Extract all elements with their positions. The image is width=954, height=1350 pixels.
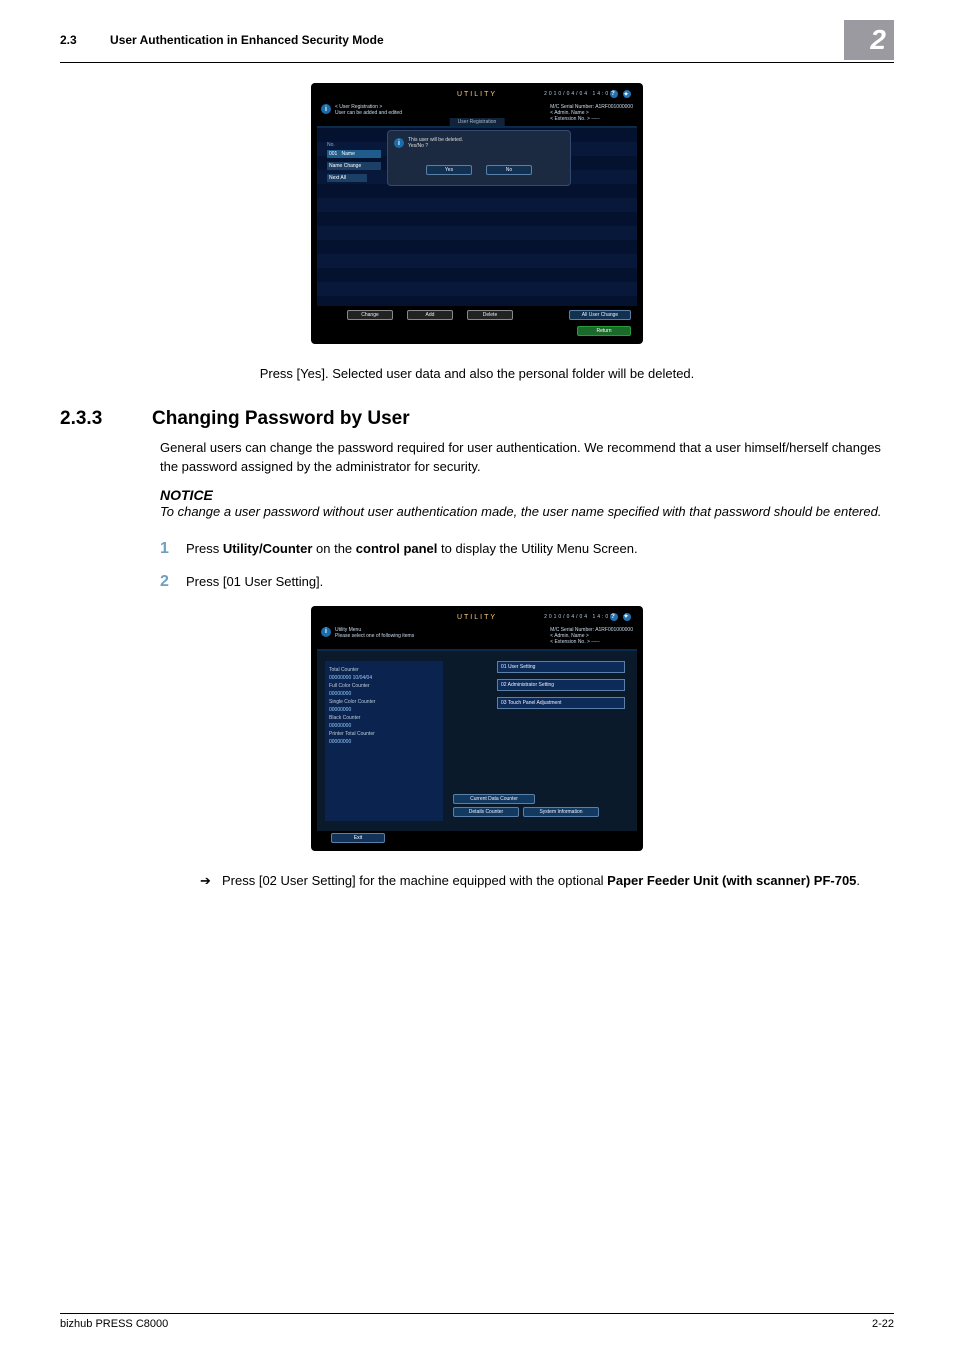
info-icon: i	[321, 104, 331, 114]
exit-button[interactable]: Exit	[331, 833, 385, 843]
total-counter-value: 00000000 10/04/04	[329, 675, 439, 681]
section-tab: User Registration	[450, 118, 505, 126]
info-icon: i	[321, 627, 331, 637]
context-desc: User can be added and edited	[335, 110, 402, 116]
touch-panel-adjustment-button[interactable]: 03 Touch Panel Adjustment	[497, 697, 625, 709]
footer-model: bizhub PRESS C8000	[60, 1318, 168, 1330]
yes-button[interactable]: Yes	[426, 165, 472, 175]
name-change-tag[interactable]: Name Change	[327, 162, 381, 170]
dialog-text: This user will be deleted. Yes/No ?	[408, 137, 463, 149]
all-user-change-button[interactable]: All User Change	[569, 310, 631, 320]
serial-label: M/C Serial Number:	[550, 627, 594, 633]
dialog-message-row: i This user will be deleted. Yes/No ?	[394, 137, 564, 149]
notice-heading: NOTICE	[160, 487, 894, 503]
page-header: 2.3 User Authentication in Enhanced Secu…	[60, 20, 894, 63]
page-footer: bizhub PRESS C8000 2-22	[60, 1313, 894, 1330]
no-button[interactable]: No	[486, 165, 532, 175]
return-button[interactable]: Return	[577, 326, 631, 336]
col-no: No.	[327, 142, 387, 148]
header-section: 2.3 User Authentication in Enhanced Secu…	[60, 33, 384, 47]
serial-value: A1RF001000000	[595, 627, 633, 633]
left-column: No. 001 Name Name Change Next All	[327, 142, 387, 186]
ext-label: < Extension No. > -----	[550, 116, 633, 122]
printer-total-value: 00000000	[329, 739, 439, 745]
add-button[interactable]: Add	[407, 310, 453, 320]
full-color-label: Full Color Counter	[329, 683, 439, 689]
subsection-heading: 2.3.3Changing Password by User	[60, 408, 894, 430]
screenshot-user-registration: UTILITY 2010/04/04 14:00 ? ✦ i < User Re…	[311, 83, 643, 344]
help-icon[interactable]: ?	[610, 613, 618, 621]
key-icon[interactable]: ✦	[623, 613, 631, 621]
details-counter-button[interactable]: Details Counter	[453, 807, 519, 817]
body-area: Total Counter 00000000 10/04/04 Full Col…	[317, 651, 637, 831]
step-2: Press [01 User Setting].	[160, 572, 894, 592]
subsection-number: 2.3.3	[60, 408, 152, 430]
screenshot-titlebar: UTILITY 2010/04/04 14:00 ? ✦	[317, 89, 637, 100]
info-icon: i	[394, 138, 404, 148]
chapter-badge: 2	[844, 20, 894, 60]
change-button[interactable]: Change	[347, 310, 393, 320]
ext-label: < Extension No. > -----	[550, 639, 633, 645]
system-information-button[interactable]: System Information	[523, 807, 599, 817]
steps-list: Press Utility/Counter on the control pan…	[160, 539, 894, 592]
datetime: 2010/04/04 14:00	[544, 614, 615, 620]
screenshot-titlebar: UTILITY 2010/04/04 14:00 ? ✦	[317, 612, 637, 623]
subsection-title: Changing Password by User	[152, 408, 410, 429]
serial-value: A1RF001000000	[595, 104, 633, 110]
utility-title: UTILITY	[457, 91, 497, 98]
utility-title: UTILITY	[457, 614, 497, 621]
step-1: Press Utility/Counter on the control pan…	[160, 539, 894, 559]
single-color-label: Single Color Counter	[329, 699, 439, 705]
key-icon[interactable]: ✦	[623, 90, 631, 98]
printer-total-label: Printer Total Counter	[329, 731, 439, 737]
single-color-value: 00000000	[329, 707, 439, 713]
section-number: 2.3	[60, 33, 77, 47]
administrator-setting-button[interactable]: 02 Administrator Setting	[497, 679, 625, 691]
bottom-bar: Change Add Delete All User Change	[317, 306, 637, 324]
section-title: User Authentication in Enhanced Security…	[110, 33, 384, 47]
next-all-tag[interactable]: Next All	[327, 174, 367, 182]
body-area: User Registration No. 001 Name Name Chan…	[317, 128, 637, 306]
black-label: Black Counter	[329, 715, 439, 721]
full-color-value: 00000000	[329, 691, 439, 697]
datetime: 2010/04/04 14:00	[544, 91, 615, 97]
row-001[interactable]: 001 Name	[327, 150, 381, 158]
black-value: 00000000	[329, 723, 439, 729]
help-icon[interactable]: ?	[610, 90, 618, 98]
counter-panel: Total Counter 00000000 10/04/04 Full Col…	[325, 661, 443, 821]
intro-paragraph: General users can change the password re…	[160, 438, 894, 477]
current-data-counter-button[interactable]: Current Data Counter	[453, 794, 535, 804]
total-counter-label: Total Counter	[329, 667, 439, 673]
caption-1: Press [Yes]. Selected user data and also…	[60, 364, 894, 384]
notice-text: To change a user password without user a…	[160, 503, 894, 521]
context-desc: Please select one of following items	[335, 633, 414, 639]
delete-button[interactable]: Delete	[467, 310, 513, 320]
substep: Press [02 User Setting] for the machine …	[200, 871, 894, 891]
footer-page: 2-22	[872, 1318, 894, 1330]
user-setting-button[interactable]: 01 User Setting	[497, 661, 625, 673]
meta-row: i Utility Menu Please select one of foll…	[317, 623, 637, 651]
confirm-dialog: i This user will be deleted. Yes/No ? Ye…	[387, 130, 571, 186]
screenshot-utility-menu: UTILITY 2010/04/04 14:00 ? ✦ i Utility M…	[311, 606, 643, 851]
